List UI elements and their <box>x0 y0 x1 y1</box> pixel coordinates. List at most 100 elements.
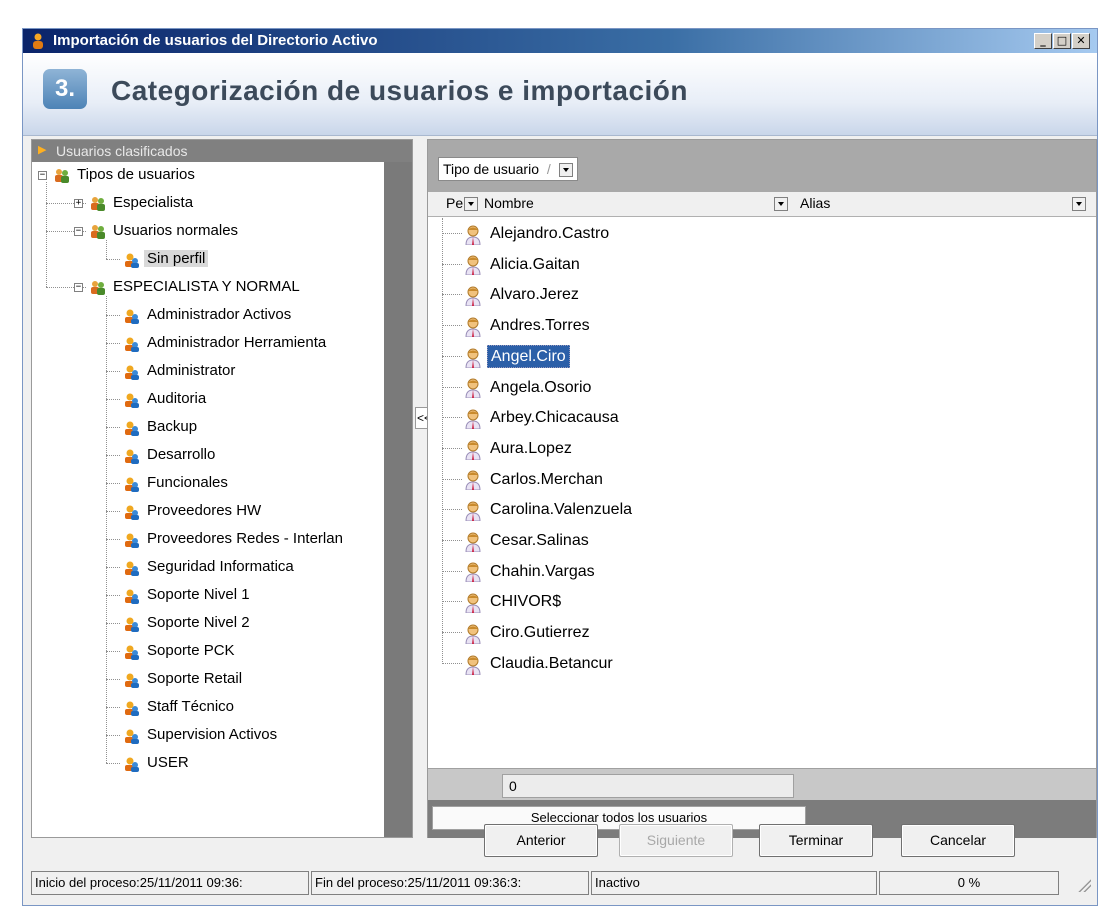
resize-grip-icon[interactable] <box>1077 878 1091 892</box>
collapse-icon[interactable]: − <box>38 171 47 180</box>
tree-item-label: Soporte Nivel 1 <box>147 586 250 603</box>
user-name: Carolina.Valenzuela <box>490 501 633 519</box>
tree-connector <box>106 595 120 596</box>
tree-item-label: Auditoria <box>147 390 207 407</box>
next-button[interactable]: Siguiente <box>619 824 733 857</box>
user-row[interactable]: Alicia.Gaitan <box>442 249 583 280</box>
column-pe[interactable]: Pe <box>446 195 463 211</box>
user-profile-icon <box>124 587 140 605</box>
user-row[interactable]: Alvaro.Jerez <box>442 279 582 310</box>
tree-item-label: Usuarios normales <box>113 222 239 239</box>
user-icon <box>464 378 482 399</box>
previous-button[interactable]: Anterior <box>484 824 598 857</box>
user-profile-icon <box>124 307 140 325</box>
tree-item[interactable]: Auditoria <box>124 386 209 412</box>
tree-item[interactable]: Proveedores Redes - Interlan <box>124 526 346 552</box>
tree-item-label: Administrador Herramienta <box>147 334 327 351</box>
panel-header: ▶ Usuarios clasificados <box>32 140 412 162</box>
cancel-button[interactable]: Cancelar <box>901 824 1015 857</box>
tree-connector <box>106 763 120 764</box>
user-row[interactable]: Alejandro.Castro <box>442 218 612 249</box>
user-group-icon <box>90 195 106 212</box>
user-profile-icon <box>124 419 140 437</box>
tree-item[interactable]: Backup <box>124 414 200 440</box>
tree-connector <box>106 735 120 736</box>
group-by-area: Tipo de usuario / <box>428 140 1096 192</box>
user-row[interactable]: Andres.Torres <box>442 310 593 341</box>
tree-item[interactable]: Sin perfil <box>124 246 209 272</box>
tree-item-label: Proveedores HW <box>147 502 262 519</box>
tree-item[interactable]: Funcionales <box>124 470 231 496</box>
user-row[interactable]: Arbey.Chicacausa <box>442 402 622 433</box>
tree-item-label: Staff Técnico <box>147 698 234 715</box>
close-icon[interactable]: ✕ <box>1072 33 1090 49</box>
collapse-icon[interactable]: − <box>74 227 83 236</box>
tree-item[interactable]: Seguridad Informatica <box>124 554 297 580</box>
chevron-down-icon[interactable] <box>558 163 573 178</box>
user-row[interactable]: Cesar.Salinas <box>442 525 592 556</box>
minimize-icon[interactable]: _ <box>1034 33 1052 49</box>
tree-item[interactable]: Administrator <box>124 358 238 384</box>
tree-scrollbar[interactable] <box>384 162 412 837</box>
collapse-icon[interactable]: − <box>74 283 83 292</box>
panel-title: Usuarios clasificados <box>56 143 188 159</box>
alias-filter-icon[interactable] <box>1072 197 1086 211</box>
tree-item[interactable]: Usuarios normales <box>90 218 241 244</box>
window-title: Importación de usuarios del Directorio A… <box>53 32 378 49</box>
tree-item[interactable]: Soporte Retail <box>124 666 245 692</box>
tree-connector <box>106 240 107 259</box>
tree-item[interactable]: Soporte Nivel 1 <box>124 582 253 608</box>
user-row[interactable]: Angel.Ciro <box>442 341 570 372</box>
user-name: Ciro.Gutierrez <box>490 624 590 642</box>
tree-item[interactable]: Administrador Herramienta <box>124 330 329 356</box>
user-row[interactable]: Carlos.Merchan <box>442 464 606 495</box>
user-row[interactable]: Claudia.Betancur <box>442 648 616 679</box>
tree-item[interactable]: Especialista <box>90 190 196 216</box>
tree-item-label: Funcionales <box>147 474 228 491</box>
row-connector <box>442 632 462 634</box>
finish-button[interactable]: Terminar <box>759 824 873 857</box>
user-icon <box>464 593 482 614</box>
row-connector <box>442 417 462 419</box>
user-row[interactable]: Chahin.Vargas <box>442 556 598 587</box>
sort-icon: / <box>546 161 551 177</box>
tree-item[interactable]: Soporte Nivel 2 <box>124 610 253 636</box>
column-nombre[interactable]: Nombre <box>484 195 534 211</box>
tree-item[interactable]: Administrador Activos <box>124 302 294 328</box>
title-bar[interactable]: Importación de usuarios del Directorio A… <box>23 29 1097 53</box>
tree-connector <box>106 679 120 680</box>
tree-item[interactable]: USER <box>124 750 192 776</box>
tree-item[interactable]: Desarrollo <box>124 442 218 468</box>
expand-icon[interactable]: + <box>74 199 83 208</box>
user-group-icon <box>54 167 70 184</box>
user-row[interactable]: CHIVOR$ <box>442 586 564 617</box>
tree-item[interactable]: Staff Técnico <box>124 694 237 720</box>
user-icon <box>464 470 482 491</box>
user-profile-icon <box>124 475 140 493</box>
group-by-chip[interactable]: Tipo de usuario / <box>438 157 578 181</box>
user-icon <box>464 655 482 676</box>
row-connector <box>442 386 462 388</box>
maximize-icon[interactable]: □ <box>1053 33 1071 49</box>
pe-filter-icon[interactable] <box>464 197 478 211</box>
user-name: Andres.Torres <box>490 317 590 335</box>
tree-item[interactable]: Proveedores HW <box>124 498 264 524</box>
row-connector <box>442 509 462 511</box>
user-row[interactable]: Angela.Osorio <box>442 372 594 403</box>
column-alias[interactable]: Alias <box>800 195 830 211</box>
tree-item[interactable]: Tipos de usuarios <box>54 162 198 188</box>
user-row[interactable]: Aura.Lopez <box>442 433 575 464</box>
user-row[interactable]: Carolina.Valenzuela <box>442 494 635 525</box>
nombre-filter-icon[interactable] <box>774 197 788 211</box>
user-row[interactable]: Ciro.Gutierrez <box>442 617 593 648</box>
row-connector <box>442 294 462 296</box>
row-connector <box>442 601 462 603</box>
user-icon <box>464 501 482 522</box>
count-cell: 0 <box>502 774 794 798</box>
user-icon <box>464 409 482 430</box>
tree-item[interactable]: ESPECIALISTA Y NORMAL <box>90 274 303 300</box>
tree-item[interactable]: Supervision Activos <box>124 722 280 748</box>
user-profile-icon <box>124 447 140 465</box>
tree-connector <box>46 182 47 287</box>
tree-item[interactable]: Soporte PCK <box>124 638 238 664</box>
